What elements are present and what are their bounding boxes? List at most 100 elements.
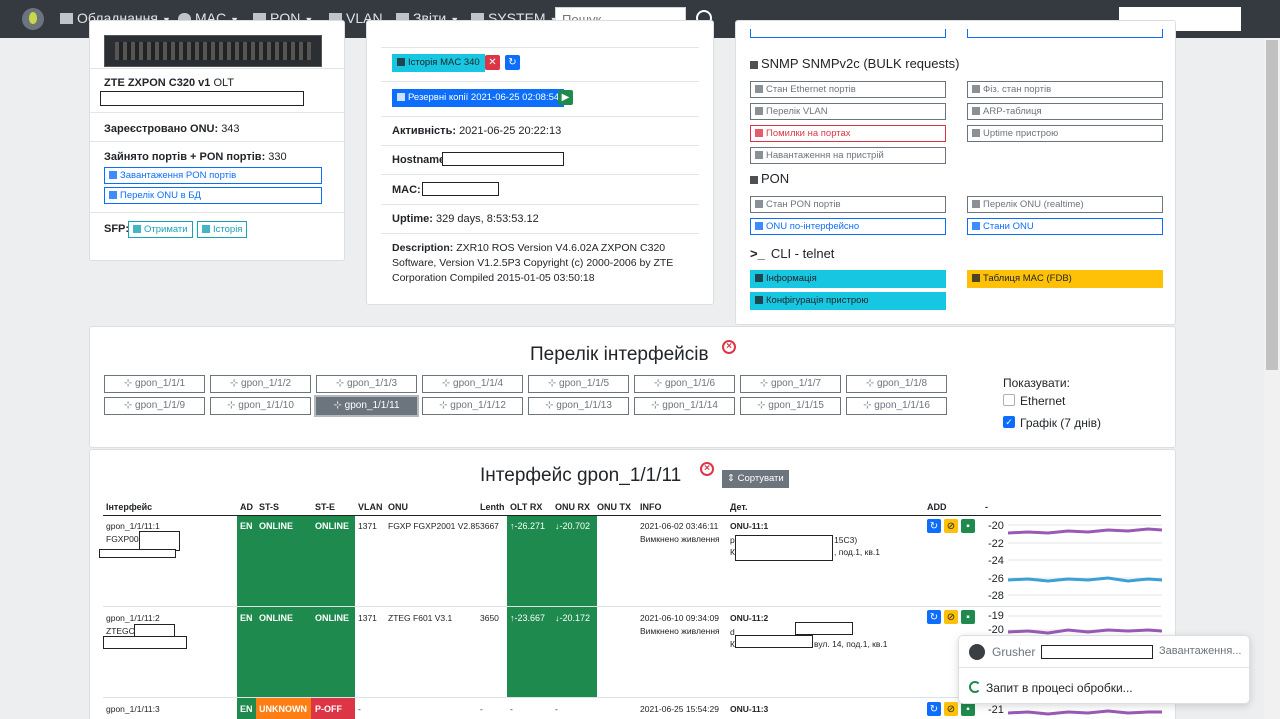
row3-olt-rx: - — [510, 704, 513, 714]
close-circle-icon[interactable]: × — [700, 462, 714, 476]
chart-icon[interactable]: ▪ — [961, 519, 975, 533]
toast-status: Завантаження... — [1159, 645, 1242, 657]
gears-icon — [755, 296, 763, 304]
arp-button[interactable]: ARP-таблиця — [967, 103, 1163, 120]
graph-checkbox[interactable]: ✓ — [1003, 416, 1015, 428]
redacted-field — [100, 91, 304, 106]
row3-ste: P-OFF — [315, 704, 342, 714]
hostname-label: Hostname — [392, 154, 446, 166]
interface-button[interactable]: ⊹ gpon_1/1/16 — [846, 397, 947, 415]
row2-iface[interactable]: gpon_1/1/11:2 — [106, 613, 160, 623]
uptime-button[interactable]: Uptime пристрою — [967, 125, 1163, 142]
th-ste: ST-E — [315, 502, 336, 512]
sitemap-icon: ⊹ — [757, 400, 769, 411]
row3-info-time: 2021-06-25 15:54:29 — [640, 704, 719, 714]
interface-button[interactable]: ⊹ gpon_1/1/3 — [316, 375, 417, 393]
top-button-clipped-2[interactable] — [967, 29, 1163, 38]
cli-title: >_ CLI - telnet — [750, 246, 835, 261]
page-scrollbar[interactable] — [1264, 38, 1280, 719]
th-add: ADD — [927, 502, 947, 512]
sitemap-icon: ⊹ — [547, 378, 560, 389]
toast-message: Запит в процесі обробки... — [986, 681, 1133, 695]
interface-button[interactable]: ⊹ gpon_1/1/15 — [740, 397, 841, 415]
onu-rx-line — [1008, 527, 1162, 535]
sort-icon: ⇕ — [727, 473, 735, 484]
refresh-icon[interactable]: ↻ — [927, 610, 941, 624]
sfp-label: SFP: — [104, 223, 130, 235]
info-button[interactable]: Інформація — [750, 270, 946, 288]
onu-realtime-button[interactable]: Перелік ONU (realtime) — [967, 196, 1163, 213]
pon-load-button[interactable]: Завантаження PON портів — [104, 167, 322, 184]
mac-table-button[interactable]: Таблиця MAC (FDB) — [967, 270, 1163, 288]
interface-button[interactable]: ⊹ gpon_1/1/2 — [210, 375, 311, 393]
th-ad: AD — [240, 502, 253, 512]
row1-info-text: Вимкнено живлення — [640, 534, 720, 544]
ban-icon[interactable]: ⊘ — [944, 702, 958, 716]
sfp-get-button[interactable]: Отримати — [128, 221, 193, 238]
row3-det-title[interactable]: ONU-11:3 — [730, 704, 768, 714]
redacted-field — [103, 636, 187, 649]
chart-icon — [109, 171, 117, 179]
onu-iface-button[interactable]: ONU по-інтерфейсно — [750, 218, 946, 235]
interface-button[interactable]: ⊹ gpon_1/1/13 — [528, 397, 629, 415]
grusher-logo-icon[interactable] — [22, 8, 44, 30]
interface-button[interactable]: ⊹ gpon_1/1/6 — [634, 375, 735, 393]
row1-det-line1b: 15C3) — [834, 535, 858, 545]
onu-list-button[interactable]: Перелік ONU в БД — [104, 187, 322, 204]
interface-button[interactable]: ⊹ gpon_1/1/5 — [528, 375, 629, 393]
list-icon — [972, 85, 980, 93]
refresh-icon[interactable]: ↻ — [505, 55, 520, 70]
signal-graph-row1 — [1008, 524, 1162, 596]
eth-state-button[interactable]: Стан Ethernet портів — [750, 81, 946, 98]
redacted-hostname — [442, 152, 564, 166]
interface-button[interactable]: ⊹ gpon_1/1/14 — [634, 397, 735, 415]
row3-sts: UNKNOWN — [259, 704, 307, 714]
th-details: Дет. — [730, 502, 748, 512]
snmp-card: SNMP SNMPv2c (BULK requests) Стан Ethern… — [735, 20, 1176, 325]
interface-button[interactable]: ⊹ gpon_1/1/11 — [316, 397, 417, 415]
ban-icon[interactable]: ⊘ — [944, 610, 958, 624]
vlan-list-button[interactable]: Перелік VLAN — [750, 103, 946, 120]
interface-button[interactable]: ⊹ gpon_1/1/9 — [104, 397, 205, 415]
row2-det-title[interactable]: ONU-11:2 — [730, 613, 768, 623]
backups-button[interactable]: Резервні копії 2021-06-25 02:08:54 — [392, 89, 565, 107]
port-errors-button[interactable]: Помилки на портах — [750, 125, 946, 142]
close-circle-icon[interactable]: × — [722, 340, 736, 354]
pon-state-button[interactable]: Стан PON портів — [750, 196, 946, 213]
interface-button[interactable]: ⊹ gpon_1/1/10 — [210, 397, 311, 415]
interface-button[interactable]: ⊹ gpon_1/1/8 — [846, 375, 947, 393]
top-button-clipped-1[interactable] — [750, 29, 946, 38]
row2-sts: ONLINE — [259, 613, 294, 623]
sfp-history-button[interactable]: Історія — [197, 221, 248, 238]
interface-button[interactable]: ⊹ gpon_1/1/1 — [104, 375, 205, 393]
refresh-icon[interactable]: ↻ — [927, 702, 941, 716]
interface-button[interactable]: ⊹ gpon_1/1/12 — [422, 397, 523, 415]
interface-button[interactable]: ⊹ gpon_1/1/4 — [422, 375, 523, 393]
config-button[interactable]: Конфігурація пристрою — [750, 292, 946, 310]
trash-icon[interactable]: ✕ — [485, 55, 500, 70]
mac-history-button[interactable]: Історія MAC 340 — [392, 54, 485, 72]
device-model: ZTE ZXPON C320 v1 OLT — [104, 77, 235, 89]
row1-sts: ONLINE — [259, 521, 294, 531]
chart-icon[interactable]: ▪ — [961, 702, 975, 716]
ban-icon[interactable]: ⊘ — [944, 519, 958, 533]
snmp-title: SNMP SNMPv2c (BULK requests) — [750, 56, 959, 71]
play-icon[interactable]: ▶ — [558, 90, 573, 105]
row3-onu-rx: - — [555, 704, 558, 714]
scrollbar-thumb[interactable] — [1266, 40, 1278, 370]
row3-iface[interactable]: gpon_1/1/11:3 — [106, 704, 160, 714]
ethernet-checkbox[interactable] — [1003, 394, 1015, 406]
onu-states-button[interactable]: Стани ONU — [967, 218, 1163, 235]
row1-length: 3667 — [480, 521, 499, 531]
mac-label: MAC: — [392, 184, 421, 196]
chart-icon[interactable]: ▪ — [961, 610, 975, 624]
refresh-icon[interactable]: ↻ — [927, 519, 941, 533]
sort-button[interactable]: ⇕ Сортувати — [722, 470, 789, 488]
interface-button[interactable]: ⊹ gpon_1/1/7 — [740, 375, 841, 393]
row1-iface[interactable]: gpon_1/1/11:1 — [106, 521, 160, 531]
th-olt-rx: OLT RX — [510, 502, 543, 512]
row1-onu-rx: ↓-20.702 — [555, 521, 591, 531]
load-button[interactable]: Навантаження на пристрій — [750, 147, 946, 164]
phys-state-button[interactable]: Фіз. стан портів — [967, 81, 1163, 98]
row1-det-title[interactable]: ONU-11:1 — [730, 521, 768, 531]
